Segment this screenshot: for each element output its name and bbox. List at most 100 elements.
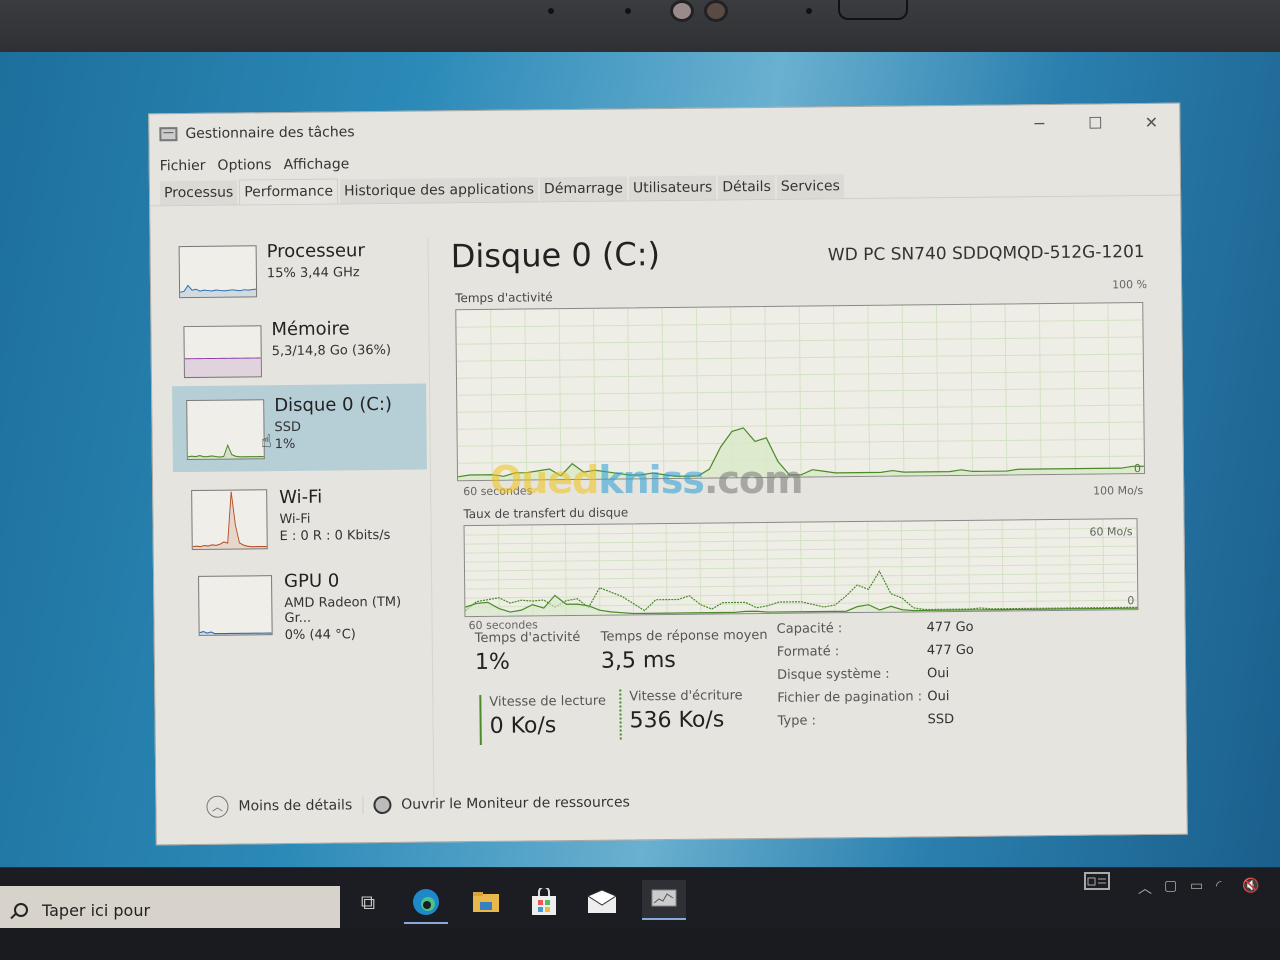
search-icon: [14, 903, 28, 917]
sensor-icon: [625, 8, 631, 14]
sidebar-item-title: Wi-Fi: [279, 486, 323, 509]
tab-details[interactable]: Détails: [718, 174, 775, 200]
processeur-thumbnail: [178, 245, 258, 299]
transfer-min-label: 0: [1127, 594, 1135, 608]
window-title: Gestionnaire des tâches: [185, 124, 355, 143]
tab-utilisateurs[interactable]: Utilisateurs: [628, 175, 717, 201]
search-placeholder: Taper ici pour: [42, 900, 151, 920]
property-row: Disque système : Oui: [777, 666, 950, 683]
sidebar-item-title: Mémoire: [271, 318, 350, 341]
sensor-icon: [806, 8, 812, 14]
footer: ︿ Moins de détails Ouvrir le Moniteur de…: [206, 791, 630, 818]
property-row: Capacité :477 Go: [776, 619, 974, 637]
task-manager-window: Gestionnaire des tâches ─ ☐ ✕ Fichier Op…: [148, 102, 1188, 846]
stat-response-value: 3,5 ms: [600, 647, 676, 674]
wifi-icon[interactable]: ◜: [1216, 878, 1221, 894]
thumbnail-area: [180, 285, 257, 298]
sidebar-item-gpu[interactable]: GPU 0 AMD Radeon (TM) Gr... 0% (44 °C): [174, 568, 429, 657]
tab-historique[interactable]: Historique des applications: [339, 177, 539, 204]
transfer-mid-label: 60 Mo/s: [1089, 525, 1133, 539]
less-details-link[interactable]: Moins de détails: [238, 797, 352, 814]
sidebar-item-sub: 5,3/14,8 Go (36%): [271, 342, 392, 360]
task-manager-taskbar-icon[interactable]: [642, 880, 686, 920]
laptop-bottom-bezel: [0, 928, 1280, 960]
sensor-icon: [548, 8, 554, 14]
laptop-bezel: [0, 0, 1280, 52]
minimize-button[interactable]: ─: [1011, 105, 1067, 142]
active-indicator: [404, 922, 448, 924]
wifi-thumbnail: [191, 489, 268, 550]
webcam-icon: [670, 0, 694, 22]
resource-monitor-icon[interactable]: [373, 795, 392, 815]
hand-cursor-icon: ☝: [260, 431, 272, 453]
menu-affichage[interactable]: Affichage: [283, 156, 349, 173]
file-explorer-icon[interactable]: [470, 886, 502, 918]
sidebar-item-title: Processeur: [266, 240, 365, 263]
stat-response-label: Temps de réponse moyen: [600, 627, 768, 645]
search-box[interactable]: Taper ici pour: [0, 886, 340, 934]
sidebar-item-title: Disque 0 (C:): [274, 393, 393, 417]
thumbnail-area: [184, 357, 261, 378]
property-row: Formaté :477 Go: [776, 642, 974, 660]
volume-muted-icon[interactable]: 🔇: [1242, 878, 1259, 894]
news-icon[interactable]: [1084, 872, 1110, 894]
transfer-chart-label: Taux de transfert du disque: [463, 505, 629, 522]
store-icon[interactable]: [528, 886, 560, 918]
stat-activity-value: 1%: [474, 649, 510, 676]
tab-services[interactable]: Services: [776, 174, 844, 199]
edge-icon[interactable]: [404, 886, 448, 924]
main-panel: Disque 0 (C:) WD PC SN740 SDDQMQD-512G-1…: [451, 230, 1151, 632]
activity-min-label: 0: [1133, 462, 1142, 476]
sidebar-item-sub2: 1%: [274, 436, 296, 453]
tab-demarrage[interactable]: Démarrage: [539, 176, 628, 202]
activity-chart-label: Temps d'activité: [455, 290, 553, 306]
chevron-up-icon[interactable]: ︿: [206, 795, 229, 818]
resource-monitor-link[interactable]: Ouvrir le Moniteur de ressources: [401, 794, 630, 812]
disk-model: WD PC SN740 SDDQMQD-512G-1201: [827, 241, 1145, 266]
stat-activity-label: Temps d'activité: [474, 629, 581, 647]
transfer-chart: 60 Mo/s: [463, 518, 1139, 618]
sidebar-item-processeur[interactable]: Processeur 15% 3,44 GHz: [171, 238, 426, 327]
menu-options[interactable]: Options: [217, 157, 271, 174]
property-row: Fichier de pagination : Oui: [777, 689, 950, 706]
taskbar: Taper ici pour ⧉ ︿ ▢ ▭ ◜ 🔇: [0, 868, 1280, 934]
stat-read-value: 0 Ko/s: [489, 713, 557, 739]
tab-processus[interactable]: Processus: [159, 180, 238, 206]
sidebar-item-sub: SSD: [274, 419, 302, 436]
performance-sidebar: Processeur 15% 3,44 GHz Mémoire 5,3/14,8…: [170, 237, 435, 801]
property-row: Type : SSD: [777, 712, 955, 729]
disque-thumbnail: [186, 399, 265, 461]
sidebar-item-sub: 15% 3,44 GHz: [266, 265, 360, 282]
close-button[interactable]: ✕: [1123, 104, 1179, 141]
task-manager-icon: [159, 127, 178, 142]
activity-chart-svg: [456, 303, 1145, 481]
mail-icon[interactable]: [586, 886, 618, 918]
activity-chart: [455, 302, 1146, 482]
transfer-max-label: 100 Mo/s: [1092, 484, 1144, 498]
sidebar-item-sub: Wi-Fi: [279, 511, 311, 528]
sidebar-item-sub2: 0% (44 °C): [284, 627, 356, 644]
privacy-shutter: [838, 0, 908, 20]
battery-icon[interactable]: ▭: [1190, 878, 1203, 894]
stat-read-label: Vitesse de lecture: [489, 693, 606, 710]
sidebar-item-wifi[interactable]: Wi-Fi Wi-Fi E : 0 R : 0 Kbits/s: [173, 484, 428, 573]
divider: [362, 796, 364, 815]
sidebar-item-disque[interactable]: Disque 0 (C:) SSD 1% ☝: [172, 383, 427, 473]
chevron-up-icon[interactable]: ︿: [1138, 878, 1152, 898]
sidebar-item-sub2: E : 0 R : 0 Kbits/s: [279, 527, 391, 545]
meet-icon[interactable]: ▢: [1164, 878, 1177, 894]
menu-fichier[interactable]: Fichier: [160, 158, 206, 174]
maximize-button[interactable]: ☐: [1067, 104, 1123, 141]
sidebar-item-title: GPU 0: [283, 570, 340, 593]
active-indicator: [642, 918, 686, 920]
task-view-icon[interactable]: ⧉: [352, 886, 384, 918]
tab-performance[interactable]: Performance: [239, 178, 339, 205]
webcam-icon: [704, 0, 728, 22]
activity-max-label: 100 %: [1112, 277, 1148, 292]
sidebar-item-sub: AMD Radeon (TM) Gr...: [284, 594, 402, 627]
memoire-thumbnail: [183, 325, 262, 379]
stat-write-value: 536 Ko/s: [629, 707, 725, 734]
stat-write-label: Vitesse d'écriture: [629, 688, 743, 705]
disk-stats: Temps d'activité 1% Temps de réponse moy…: [475, 620, 1175, 745]
transfer-chart-svg: [464, 519, 1138, 617]
